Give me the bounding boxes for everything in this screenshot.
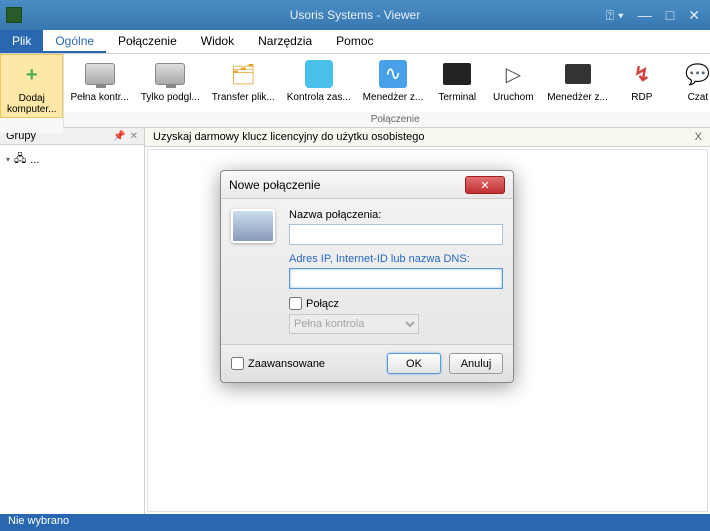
pin-icon[interactable]: 📌 [113,131,125,142]
ribbon: + Dodaj komputer... Pełna kontr... Tylko… [0,54,710,128]
rdp-icon: ↯ [626,58,658,90]
dialog-close-button[interactable]: ✕ [465,176,505,194]
resource-control-button[interactable]: Kontrola zas... [281,54,357,112]
help-dropdown-icon[interactable]: ⍰ ▾ [606,7,624,24]
dialog-footer: Zaawansowane OK Anuluj [221,344,513,382]
dialog-titlebar[interactable]: Nowe połączenie ✕ [221,171,513,199]
ribbon-group-add: + Dodaj komputer... [0,54,64,127]
groups-tree[interactable]: ▾ 🖧 ... [0,145,144,514]
terminal-button[interactable]: Terminal [429,54,485,112]
ok-button[interactable]: OK [387,353,441,374]
dialog-fields: Nazwa połączenia: Adres IP, Internet-ID … [289,209,503,334]
close-button[interactable]: ✕ [688,7,700,24]
license-info-bar[interactable]: Uzyskaj darmowy klucz licencyjny do użyt… [145,128,710,147]
window-title: Usoris Systems - Viewer [290,8,420,22]
dialog-body: Nazwa połączenia: Adres IP, Internet-ID … [221,199,513,344]
view-only-button[interactable]: Tylko podgl... [135,54,206,112]
gear-panel-icon [303,58,335,90]
minimize-button[interactable]: — [638,7,652,24]
tree-root-label: ... [30,154,39,166]
connect-checkbox[interactable] [289,297,302,310]
rdp-button[interactable]: ↯RDP [614,54,670,112]
sidebar-close-icon[interactable]: ✕ [130,131,138,142]
network-icon: 🖧 [14,150,26,169]
new-connection-dialog: Nowe połączenie ✕ Nazwa połączenia: Adre… [220,170,514,383]
pulse-icon: ∿ [377,58,409,90]
file-transfer-button[interactable]: 🗂Transfer plik... [206,54,281,112]
files-icon: 🗂 [227,58,259,90]
terminal-icon [441,58,473,90]
add-computer-label: Dodaj komputer... [7,93,56,115]
chip-icon [562,58,594,90]
monitor-cursor-icon [84,58,116,90]
window-controls: ⍰ ▾ — □ ✕ [606,7,710,24]
menu-view[interactable]: Widok [189,30,246,53]
add-computer-button[interactable]: + Dodaj komputer... [0,54,63,118]
cancel-button[interactable]: Anuluj [449,353,503,374]
chat-button[interactable]: 💬Czat [670,54,710,112]
menu-file[interactable]: Plik [0,30,43,53]
manager-button[interactable]: ∿Menedżer z... [357,54,430,112]
manager2-button[interactable]: Menedżer z... [541,54,614,112]
menubar: Plik Ogólne Połączenie Widok Narzędzia P… [0,30,710,54]
maximize-button[interactable]: □ [666,7,674,24]
statusbar: Nie wybrano [0,514,710,531]
dialog-computer-icon [231,209,279,257]
titlebar: Usoris Systems - Viewer ⍰ ▾ — □ ✕ [0,0,710,30]
connection-name-label: Nazwa połączenia: [289,209,503,221]
menu-tools[interactable]: Narzędzia [246,30,324,53]
address-input[interactable] [289,268,503,289]
app-icon [6,7,22,23]
menu-general[interactable]: Ogólne [43,30,106,53]
ribbon-group-spacer [0,118,63,133]
chat-icon: 💬 [682,58,710,90]
menu-help[interactable]: Pomoc [324,30,385,53]
ribbon-connection-label: Połączenie [64,112,710,127]
collapse-arrow-icon[interactable]: ▾ [6,155,10,164]
monitor-eye-icon [154,58,186,90]
dialog-title: Nowe połączenie [229,178,320,192]
mode-select[interactable]: Pełna kontrola [289,314,419,334]
full-control-button[interactable]: Pełna kontr... [64,54,134,112]
address-label[interactable]: Adres IP, Internet-ID lub nazwa DNS: [289,253,503,265]
connection-name-input[interactable] [289,224,503,245]
plus-icon: + [16,59,48,91]
advanced-checkbox-label: Zaawansowane [248,358,325,370]
advanced-checkbox[interactable] [231,357,244,370]
ribbon-group-connection: Pełna kontr... Tylko podgl... 🗂Transfer … [64,54,710,127]
sidebar: Grupy 📌 ✕ ▾ 🖧 ... [0,128,145,514]
run-icon: ▷ [497,58,529,90]
run-button[interactable]: ▷Uruchom [485,54,541,112]
connect-checkbox-label: Połącz [306,298,339,310]
tree-root-item[interactable]: ▾ 🖧 ... [4,149,140,170]
info-bar-close-icon[interactable]: X [695,131,702,143]
license-info-text: Uzyskaj darmowy klucz licencyjny do użyt… [153,131,424,143]
menu-connection[interactable]: Połączenie [106,30,189,53]
status-text: Nie wybrano [8,515,69,527]
